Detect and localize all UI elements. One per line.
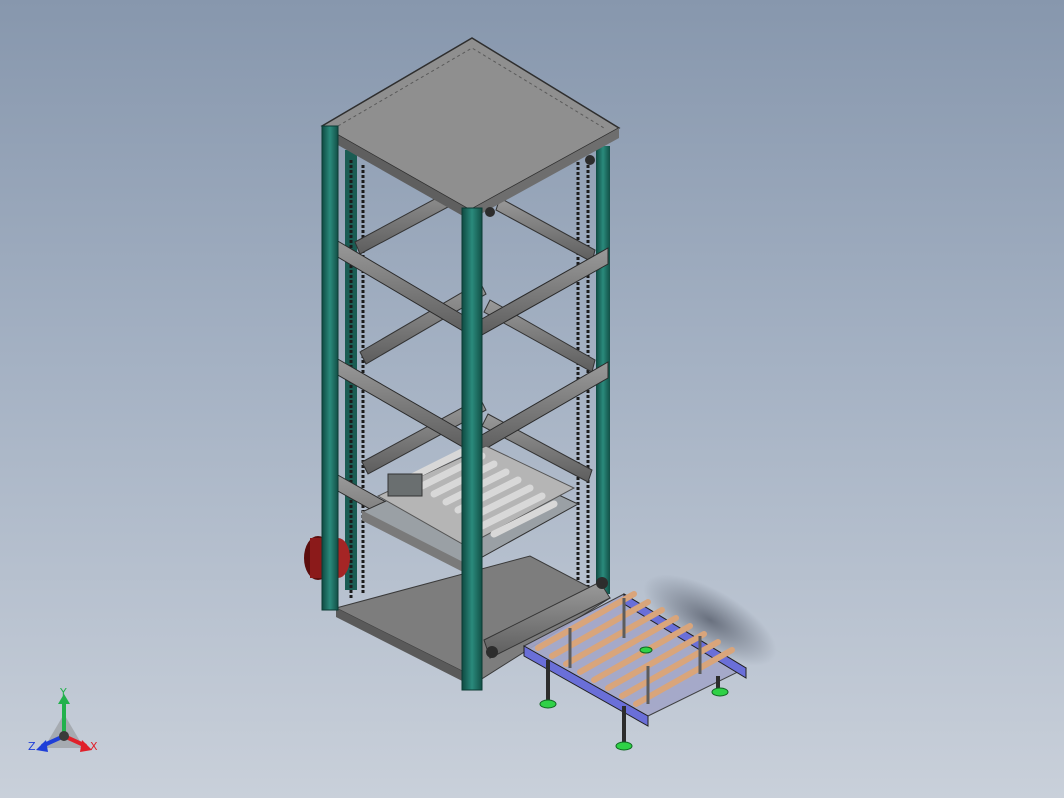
- coordinate-axes-icon: Y X Z: [28, 686, 98, 753]
- cad-graphics-viewport[interactable]: Y X Z: [0, 0, 1064, 798]
- y-axis-label: Y: [59, 686, 67, 699]
- x-axis-label: X: [90, 740, 98, 753]
- z-axis-label: Z: [28, 740, 36, 753]
- z-axis-arrow: [36, 740, 48, 752]
- triad-origin: [59, 731, 69, 741]
